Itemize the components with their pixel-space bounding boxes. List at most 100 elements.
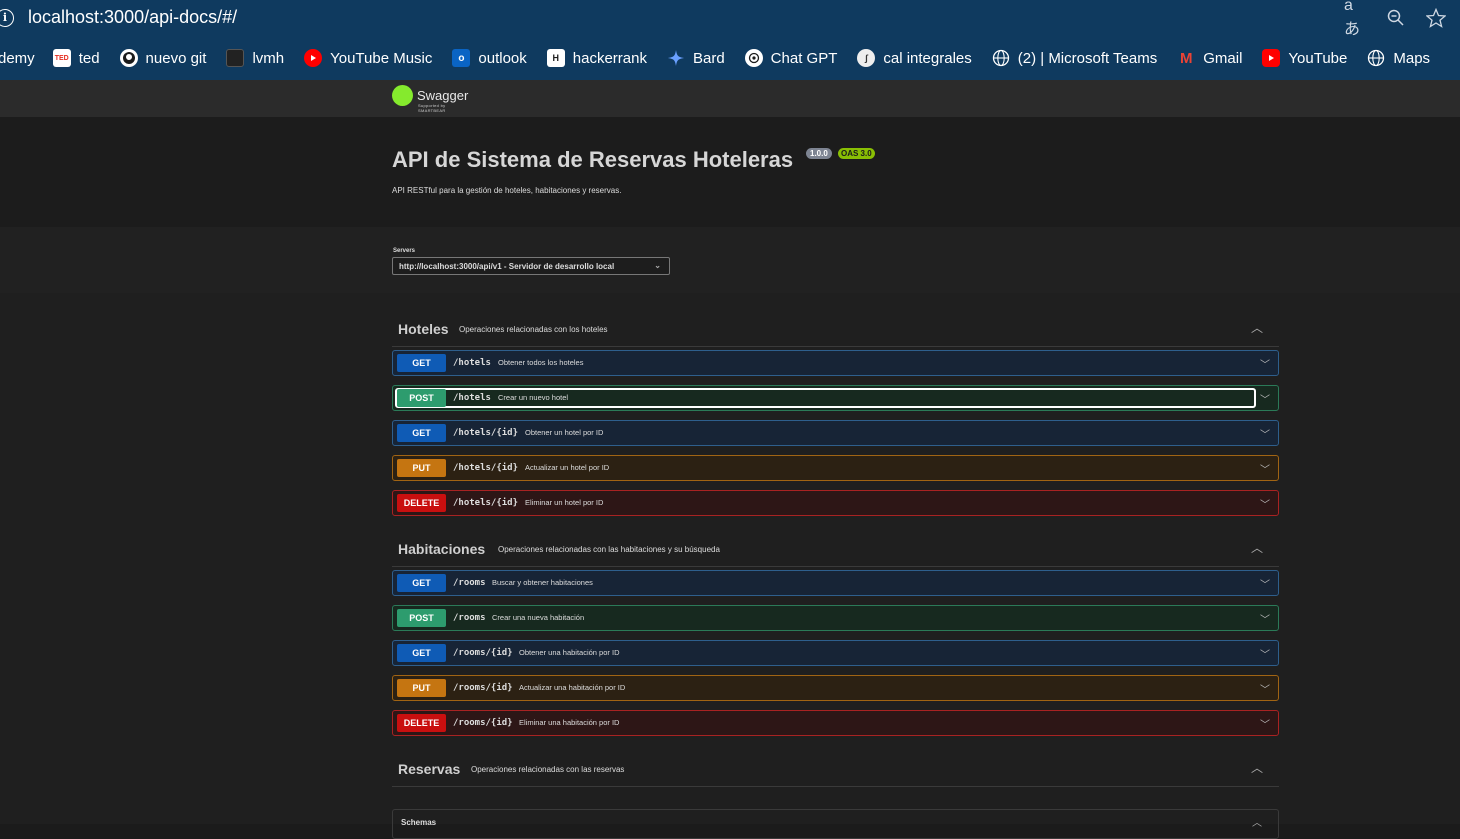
method-badge: GET (397, 424, 446, 442)
globe-icon (992, 49, 1010, 67)
zoom-icon[interactable] (1384, 6, 1408, 30)
bookmark-label: lvmh (252, 49, 285, 67)
star-bookmark-icon[interactable] (1424, 6, 1448, 30)
tag-description: Operaciones relacionadas con las reserva… (471, 765, 625, 774)
operation-path: /hotels (453, 393, 491, 403)
url-text[interactable]: localhost:3000/api-docs/#/ (28, 7, 237, 28)
bookmark-youtube-music[interactable]: YouTube Music (304, 49, 432, 67)
operations-main: Hoteles Operaciones relacionadas con los… (0, 293, 1460, 839)
tag-reservas[interactable]: Reservas Operaciones relacionadas con la… (392, 747, 1279, 787)
bookmarks-bar: demy TED ted nuevo git lvmh YouTube Music… (0, 40, 1460, 76)
server-selected-value: http://localhost:3000/api/v1 - Servidor … (399, 262, 615, 271)
bookmark-ted[interactable]: TED ted (52, 49, 100, 67)
bookmark-youtube[interactable]: YouTube (1262, 49, 1347, 67)
operation-summary: Eliminar una habitación por ID (519, 718, 620, 727)
operation-delete-room[interactable]: DELETE /rooms/{id} Eliminar una habitaci… (392, 710, 1279, 736)
bookmark-label: Chat GPT (770, 49, 838, 67)
ted-icon: TED (52, 49, 71, 67)
chevron-up-icon: ︿ (1250, 321, 1263, 335)
bookmark-label: YouTube Music (330, 49, 433, 67)
tag-name: Hoteles (398, 321, 449, 337)
bookmark-label: outlook (478, 49, 527, 67)
servers-label: Servers (393, 248, 416, 254)
chevron-down-icon: ﹀ (1260, 360, 1270, 371)
operation-summary: Buscar y obtener habitaciones (492, 578, 593, 587)
chevron-down-icon: ﹀ (1260, 650, 1270, 661)
tag-hoteles[interactable]: Hoteles Operaciones relacionadas con los… (392, 307, 1279, 347)
method-badge: POST (397, 389, 446, 407)
operation-path: /hotels/{id} (453, 428, 519, 438)
chevron-down-icon: ﹀ (1260, 430, 1270, 441)
operation-summary: Actualizar una habitación por ID (519, 683, 626, 692)
operation-summary: Crear un nuevo hotel (498, 393, 569, 402)
chevron-down-icon: ﹀ (1260, 720, 1270, 731)
bookmark-label: hackerrank (572, 49, 647, 67)
operation-path: /hotels/{id} (453, 463, 519, 473)
operation-path: /rooms/{id} (453, 648, 513, 658)
operation-path: /hotels/{id} (453, 498, 519, 508)
operation-summary: Actualizar un hotel por ID (525, 463, 610, 472)
bookmark-hackerrank[interactable]: Hhackerrank (546, 49, 647, 67)
bookmark-cal-integrales[interactable]: ∫ cal integrales (857, 49, 972, 67)
operation-get-rooms[interactable]: GET /rooms Buscar y obtener habitaciones… (392, 570, 1279, 596)
bookmark-bard[interactable]: Bard (667, 49, 725, 67)
chevron-down-icon: ﹀ (1260, 685, 1270, 696)
servers-section: Servers http://localhost:3000/api/v1 - S… (0, 227, 1460, 293)
bookmark-label: cal integrales (883, 49, 972, 67)
gmail-icon: M (1179, 49, 1193, 67)
method-badge: DELETE (397, 714, 446, 732)
operation-delete-hotel[interactable]: DELETE /hotels/{id} Eliminar un hotel po… (392, 490, 1279, 516)
operation-path: /hotels (453, 358, 491, 368)
chevron-down-icon: ﹀ (1260, 580, 1270, 591)
servers-select[interactable]: http://localhost:3000/api/v1 - Servidor … (392, 257, 670, 275)
oas-badge: OAS 3.0 (838, 148, 875, 159)
bookmark-maps[interactable]: Maps (1367, 49, 1430, 67)
lvmh-icon (226, 49, 245, 67)
youtube-music-icon (304, 49, 323, 67)
outlook-icon: o (452, 49, 471, 67)
address-bar[interactable]: i localhost:3000/api-docs/#/ a あ (0, 0, 1460, 38)
schemas-label: Schemas (401, 818, 437, 827)
bookmark-github[interactable]: nuevo git (119, 49, 206, 67)
operation-get-hotels[interactable]: GET /hotels Obtener todos los hoteles ﹀ (392, 350, 1279, 376)
operation-path: /rooms/{id} (453, 718, 513, 728)
operation-put-hotel[interactable]: PUT /hotels/{id} Actualizar un hotel por… (392, 455, 1279, 481)
swagger-topbar: Swagger Supported by SMARTBEAR (0, 80, 1460, 117)
operation-path: /rooms (453, 578, 486, 588)
operation-get-room-by-id[interactable]: GET /rooms/{id} Obtener una habitación p… (392, 640, 1279, 666)
operation-post-hotels[interactable]: POST /hotels Crear un nuevo hotel ﹀ (392, 385, 1279, 411)
bard-icon (667, 49, 685, 67)
bookmark-outlook[interactable]: o outlook (452, 49, 527, 67)
operation-summary: Obtener una habitación por ID (519, 648, 620, 657)
bookmark-label: Bard (692, 49, 725, 67)
chevron-up-icon: ︿ (1250, 541, 1263, 555)
api-info: API de Sistema de Reservas Hoteleras 1.0… (0, 117, 1460, 227)
tag-habitaciones[interactable]: Habitaciones Operaciones relacionadas co… (392, 527, 1279, 567)
browser-chrome: i localhost:3000/api-docs/#/ a あ demy TE… (0, 0, 1460, 80)
operation-path: /rooms (453, 613, 486, 623)
operation-summary: Crear una nueva habitación (492, 613, 585, 622)
site-info-icon[interactable]: i (0, 9, 14, 27)
operation-get-hotel-by-id[interactable]: GET /hotels/{id} Obtener un hotel por ID… (392, 420, 1279, 446)
schemas-section[interactable]: Schemas ︿ (392, 809, 1279, 839)
bookmark-label: Gmail (1203, 49, 1243, 67)
chevron-down-icon: ﹀ (1260, 465, 1270, 476)
bookmark-chatgpt[interactable]: Chat GPT (744, 49, 838, 67)
method-badge: POST (397, 609, 446, 627)
translate-icon[interactable]: a あ (1344, 0, 1368, 38)
bookmark-gmail[interactable]: M Gmail (1177, 49, 1242, 67)
operation-put-room[interactable]: PUT /rooms/{id} Actualizar una habitació… (392, 675, 1279, 701)
operation-post-rooms[interactable]: POST /rooms Crear una nueva habitación ﹀ (392, 605, 1279, 631)
bookmark-teams[interactable]: (2) | Microsoft Teams (992, 49, 1157, 67)
chevron-down-icon: ﹀ (1260, 395, 1270, 406)
bookmark-udemy[interactable]: demy (0, 50, 35, 67)
method-badge: GET (397, 644, 446, 662)
tag-description: Operaciones relacionadas con los hoteles (459, 325, 608, 334)
page-title: API de Sistema de Reservas Hoteleras (392, 147, 794, 172)
swagger-logo-text: Swagger (417, 88, 469, 103)
bookmark-lvmh[interactable]: lvmh (226, 49, 284, 67)
chatgpt-icon (744, 49, 763, 67)
swagger-logo[interactable]: Swagger Supported by SMARTBEAR (392, 85, 469, 113)
method-badge: PUT (397, 679, 446, 697)
chevron-down-icon: ﹀ (1260, 615, 1270, 626)
